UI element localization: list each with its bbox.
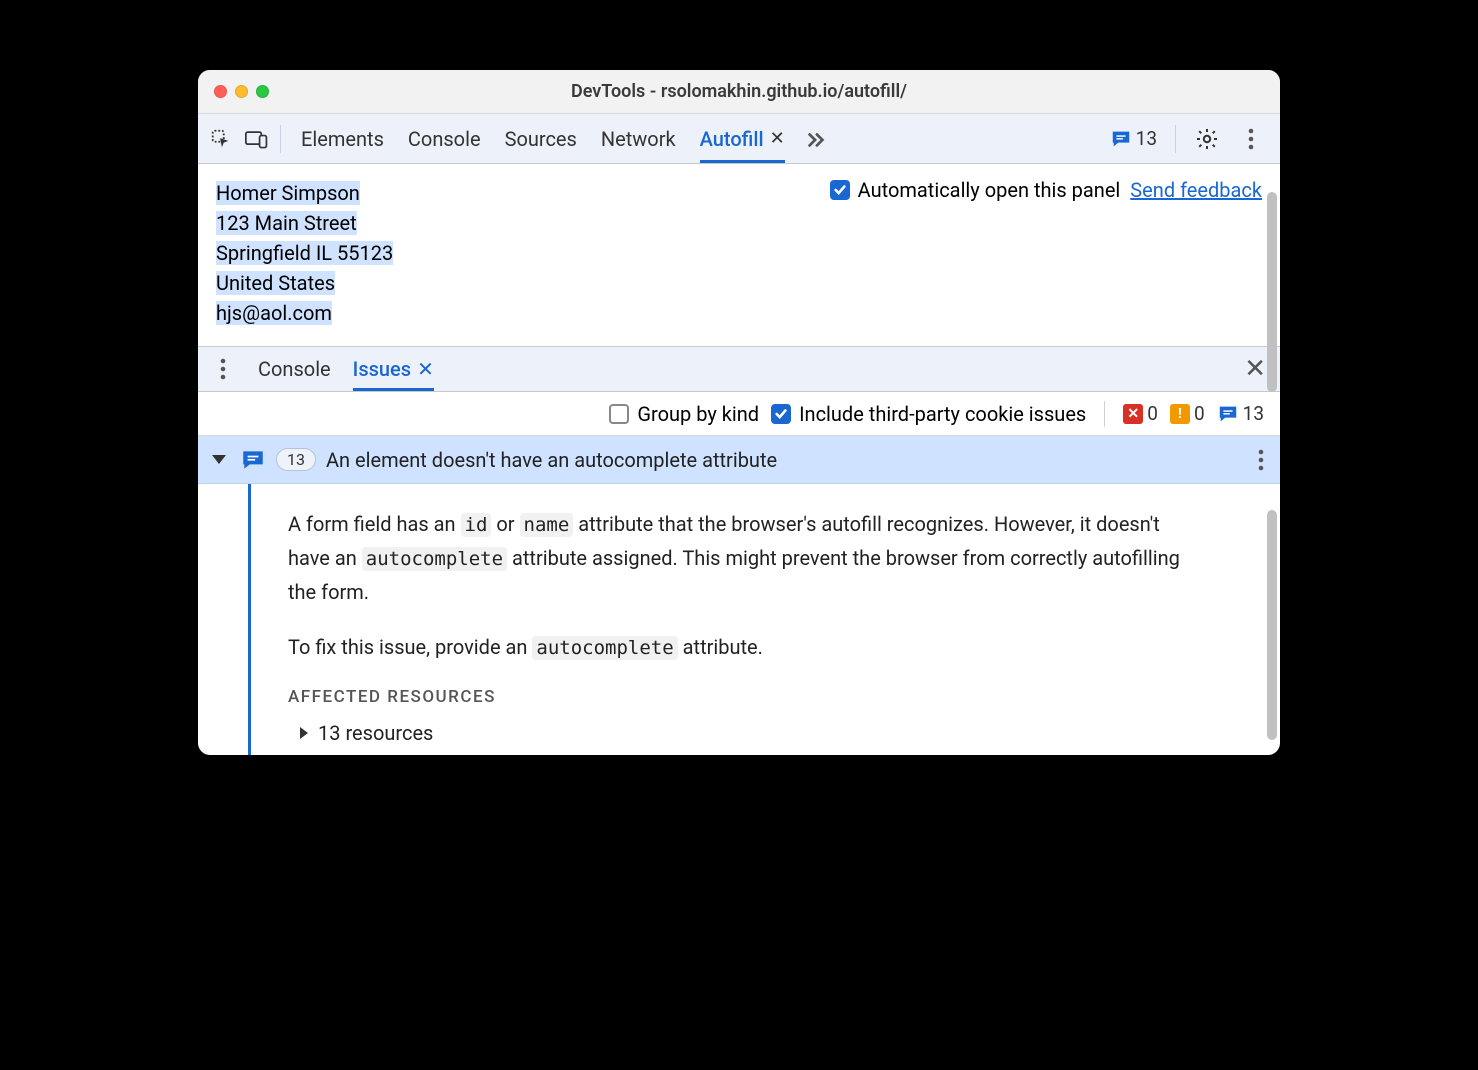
issue-row-header[interactable]: 13 An element doesn't have an autocomple… <box>198 436 1280 484</box>
send-feedback-link[interactable]: Send feedback <box>1130 178 1262 202</box>
drawer-tab-issues[interactable]: Issues ✕ <box>353 347 434 391</box>
count-value: 0 <box>1194 402 1205 425</box>
filter-label: Include third-party cookie issues <box>799 402 1086 426</box>
checkbox-checked-icon <box>830 180 850 200</box>
inspect-element-icon[interactable] <box>204 122 238 156</box>
warning-icon: ! <box>1170 404 1190 424</box>
tabbar-right: 13 <box>1106 122 1274 156</box>
affected-resources-label: AFFECTED RESOURCES <box>288 687 1180 707</box>
tab-elements[interactable]: Elements <box>301 114 384 163</box>
address-email: hjs@aol.com <box>216 301 332 325</box>
title-bar: DevTools - rsolomakhin.github.io/autofil… <box>198 70 1280 114</box>
auto-open-checkbox[interactable]: Automatically open this panel <box>830 178 1121 202</box>
warnings-count[interactable]: ! 0 <box>1170 402 1205 425</box>
errors-count[interactable]: ✕ 0 <box>1123 402 1158 425</box>
close-tab-icon[interactable]: ✕ <box>770 128 785 149</box>
device-toggle-icon[interactable] <box>240 122 274 156</box>
code-autocomplete: autocomplete <box>362 547 507 571</box>
divider <box>1175 125 1176 153</box>
tab-label: Console <box>258 357 331 381</box>
scrollbar[interactable] <box>1267 192 1277 392</box>
tab-label: Elements <box>301 127 384 151</box>
checkbox-checked-icon <box>771 404 791 424</box>
tab-label: Network <box>601 127 676 151</box>
main-tabs: Elements Console Sources Network Autofil… <box>301 114 1104 163</box>
count-value: 0 <box>1147 402 1158 425</box>
chat-icon <box>1217 403 1239 425</box>
overflow-tabs-icon[interactable] <box>799 122 833 156</box>
main-tabbar: Elements Console Sources Network Autofil… <box>198 114 1280 164</box>
filter-label: Group by kind <box>637 402 759 426</box>
code-id: id <box>461 513 492 537</box>
issue-count-badge: 13 <box>276 448 316 471</box>
issue-more-icon[interactable] <box>1252 449 1270 471</box>
tab-console[interactable]: Console <box>408 114 481 163</box>
address-name: Homer Simpson <box>216 181 360 205</box>
divider <box>280 125 281 153</box>
traffic-lights <box>198 85 269 98</box>
issue-gutter <box>198 484 250 755</box>
drawer-more-icon[interactable] <box>206 352 240 386</box>
chat-icon <box>240 447 266 473</box>
group-by-kind-checkbox[interactable]: Group by kind <box>609 402 759 426</box>
issues-counter[interactable]: 13 <box>1106 125 1161 152</box>
address-country: United States <box>216 271 335 295</box>
tab-label: Console <box>408 127 481 151</box>
issue-title: An element doesn't have an autocomplete … <box>326 448 777 472</box>
autofill-panel: Homer Simpson 123 Main Street Springfiel… <box>198 164 1280 346</box>
tab-label: Autofill <box>700 127 764 151</box>
issue-body: A form field has an id or name attribute… <box>198 484 1280 755</box>
drawer-tabbar: Console Issues ✕ ✕ <box>198 346 1280 392</box>
autofill-panel-actions: Automatically open this panel Send feedb… <box>830 178 1262 202</box>
maximize-window-button[interactable] <box>256 85 269 98</box>
code-autocomplete: autocomplete <box>532 636 677 660</box>
autofill-address: Homer Simpson 123 Main Street Springfiel… <box>216 178 393 328</box>
resources-count-label: 13 resources <box>318 721 433 745</box>
auto-open-label: Automatically open this panel <box>858 178 1121 202</box>
drawer-tab-console[interactable]: Console <box>258 347 331 391</box>
more-menu-icon[interactable] <box>1234 122 1268 156</box>
settings-icon[interactable] <box>1190 122 1224 156</box>
minimize-window-button[interactable] <box>235 85 248 98</box>
address-region: Springfield IL 55123 <box>216 241 393 265</box>
issues-count: 13 <box>1136 127 1157 150</box>
close-window-button[interactable] <box>214 85 227 98</box>
tab-sources[interactable]: Sources <box>505 114 577 163</box>
checkbox-unchecked-icon <box>609 404 629 424</box>
count-value: 13 <box>1243 402 1264 425</box>
tab-autofill[interactable]: Autofill ✕ <box>700 114 785 163</box>
error-icon: ✕ <box>1123 404 1143 424</box>
code-name: name <box>520 513 574 537</box>
devtools-window: DevTools - rsolomakhin.github.io/autofil… <box>198 70 1280 755</box>
tab-label: Sources <box>505 127 577 151</box>
resources-toggle[interactable]: 13 resources <box>288 721 1180 745</box>
scrollbar[interactable] <box>1267 510 1277 740</box>
window-title: DevTools - rsolomakhin.github.io/autofil… <box>198 81 1280 102</box>
divider <box>1104 401 1105 427</box>
issue-description-2: To fix this issue, provide an autocomple… <box>288 631 1180 665</box>
tab-network[interactable]: Network <box>601 114 676 163</box>
info-count[interactable]: 13 <box>1217 402 1264 425</box>
issues-filter-bar: Group by kind Include third-party cookie… <box>198 392 1280 436</box>
close-tab-icon[interactable]: ✕ <box>417 357 434 381</box>
drawer-tabs: Console Issues ✕ <box>258 347 434 391</box>
issue-description-1: A form field has an id or name attribute… <box>288 508 1180 609</box>
chevron-right-icon <box>300 727 308 739</box>
third-party-checkbox[interactable]: Include third-party cookie issues <box>771 402 1086 426</box>
chat-icon <box>1110 128 1132 150</box>
tab-label: Issues <box>353 357 411 381</box>
expand-toggle-icon[interactable] <box>212 455 226 464</box>
address-street: 123 Main Street <box>216 211 357 235</box>
